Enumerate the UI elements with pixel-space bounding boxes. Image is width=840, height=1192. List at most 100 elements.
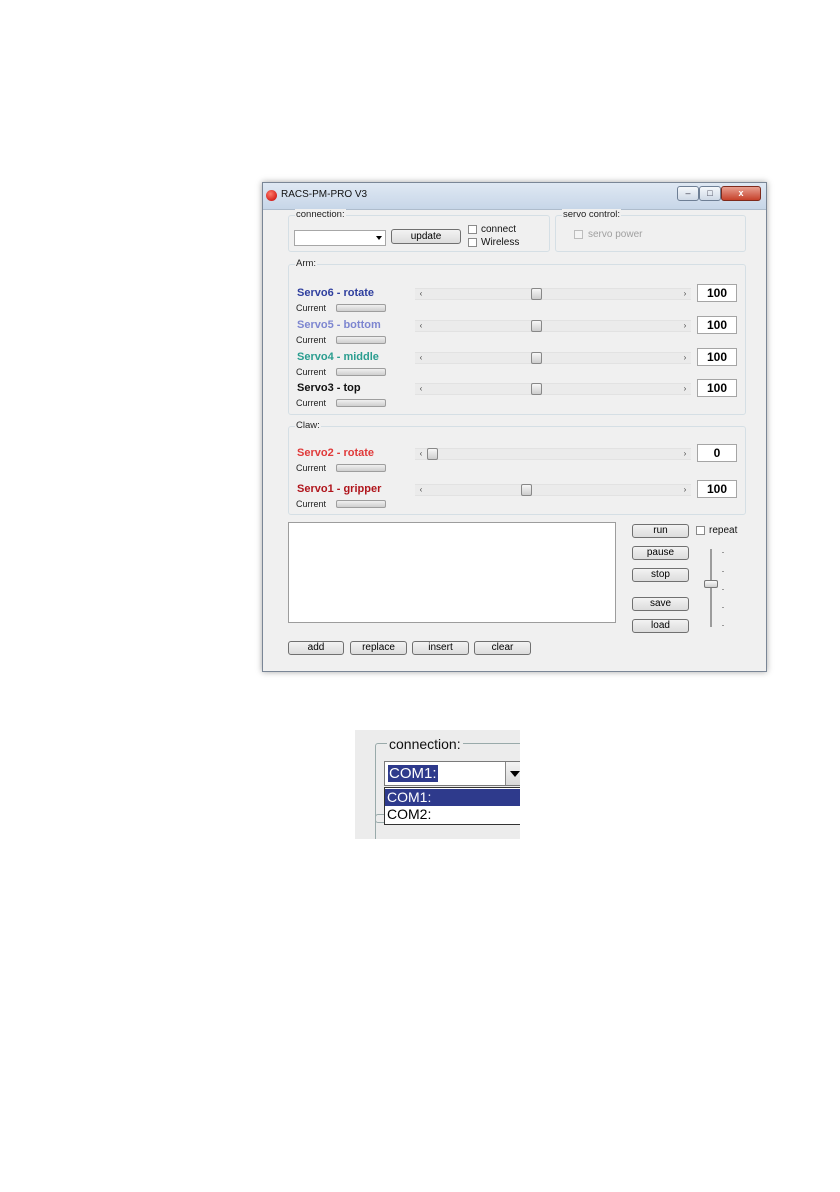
servo-slider[interactable]: ‹ › <box>415 484 691 496</box>
title-bar[interactable]: RACS-PM-PRO V3 – □ x <box>263 183 766 210</box>
clear-button[interactable]: clear <box>474 641 531 655</box>
current-label: Current <box>296 398 327 408</box>
chevron-left-icon[interactable]: ‹ <box>415 449 427 459</box>
connection-dropdown-zoom: connection: COM1: COM1: COM2: <box>355 730 520 839</box>
connection-legend: connection: <box>295 209 346 221</box>
speed-tick <box>722 589 724 590</box>
chevron-left-icon[interactable]: ‹ <box>415 485 427 495</box>
servo-name: Servo5 - bottom <box>297 319 381 331</box>
servo-name: Servo2 - rotate <box>297 447 375 459</box>
servo-value-field[interactable]: 0 <box>697 444 737 462</box>
current-label: Current <box>296 367 327 377</box>
servo-name: Servo1 - gripper <box>297 483 382 495</box>
repeat-label: repeat <box>709 525 738 536</box>
servo-value-field[interactable]: 100 <box>697 348 737 366</box>
current-label: Current <box>296 335 327 345</box>
current-meter <box>336 368 386 376</box>
servo-slider[interactable]: ‹ › <box>415 288 691 300</box>
chevron-down-icon <box>376 236 382 240</box>
arm-legend: Arm: <box>295 258 318 270</box>
servo-slider-thumb[interactable] <box>427 448 438 460</box>
zoom-connection-legend: connection: <box>387 736 463 752</box>
connect-label: connect <box>481 224 517 235</box>
speed-slider-thumb[interactable] <box>704 580 718 588</box>
speed-tick <box>722 625 724 626</box>
servo-value-field[interactable]: 100 <box>697 480 737 498</box>
chevron-right-icon[interactable]: › <box>679 485 691 495</box>
servo-slider[interactable]: ‹ › <box>415 320 691 332</box>
run-button[interactable]: run <box>632 524 689 538</box>
speed-tick <box>722 607 724 608</box>
chevron-left-icon[interactable]: ‹ <box>415 289 427 299</box>
chevron-right-icon[interactable]: › <box>679 353 691 363</box>
port-option[interactable]: COM2: <box>385 806 520 823</box>
current-label: Current <box>296 463 327 473</box>
zoom-port-select[interactable]: COM1: <box>384 761 520 786</box>
servo-slider-thumb[interactable] <box>531 352 542 364</box>
servo-power-checkbox[interactable] <box>574 230 583 239</box>
speed-tick <box>722 552 724 553</box>
chevron-left-icon[interactable]: ‹ <box>415 321 427 331</box>
connect-checkbox[interactable] <box>468 225 477 234</box>
app-icon <box>266 190 277 201</box>
speed-slider[interactable] <box>700 549 730 629</box>
maximize-button[interactable]: □ <box>699 186 721 201</box>
close-button[interactable]: x <box>721 186 761 201</box>
chevron-down-icon <box>510 771 520 777</box>
add-button[interactable]: add <box>288 641 344 655</box>
sequence-textarea[interactable] <box>288 522 616 623</box>
claw-group: Claw: Servo2 - rotate Current ‹ › 0 Servo1 - … <box>288 420 746 515</box>
chevron-right-icon[interactable]: › <box>679 289 691 299</box>
servo-power-label: servo power <box>588 229 643 240</box>
port-option[interactable]: COM1: <box>385 789 520 806</box>
servo-name: Servo6 - rotate <box>297 287 375 299</box>
minimize-button[interactable]: – <box>677 186 699 201</box>
servo-value-field[interactable]: 100 <box>697 379 737 397</box>
current-meter <box>336 336 386 344</box>
arm-group: Arm: Servo6 - rotate Current ‹ › 100 Servo5 -… <box>288 258 746 415</box>
chevron-left-icon[interactable]: ‹ <box>415 353 427 363</box>
servo-control-legend: servo control: <box>562 209 622 221</box>
servo-slider[interactable]: ‹ › <box>415 383 691 395</box>
window-title: RACS-PM-PRO V3 <box>281 189 368 200</box>
load-button[interactable]: load <box>632 619 689 633</box>
servo-slider-thumb[interactable] <box>531 288 542 300</box>
speed-tick <box>722 571 724 572</box>
servo-slider[interactable]: ‹ › <box>415 448 691 460</box>
wireless-checkbox[interactable] <box>468 238 477 247</box>
current-label: Current <box>296 499 327 509</box>
connection-group: connection: update connect Wireless <box>288 209 550 252</box>
chevron-right-icon[interactable]: › <box>679 321 691 331</box>
pause-button[interactable]: pause <box>632 546 689 560</box>
chevron-right-icon[interactable]: › <box>679 449 691 459</box>
save-button[interactable]: save <box>632 597 689 611</box>
current-meter <box>336 399 386 407</box>
servo-slider-thumb[interactable] <box>531 320 542 332</box>
servo-name: Servo3 - top <box>297 382 361 394</box>
servo-slider[interactable]: ‹ › <box>415 352 691 364</box>
servo-slider-thumb[interactable] <box>521 484 532 496</box>
servo-slider-thumb[interactable] <box>531 383 542 395</box>
app-window: RACS-PM-PRO V3 – □ x connection: update … <box>262 182 767 672</box>
chevron-right-icon[interactable]: › <box>679 384 691 394</box>
servo-value-field[interactable]: 100 <box>697 316 737 334</box>
servo-name: Servo4 - middle <box>297 351 379 363</box>
current-label: Current <box>296 303 327 313</box>
replace-button[interactable]: replace <box>350 641 407 655</box>
insert-button[interactable]: insert <box>412 641 469 655</box>
speed-slider-track <box>710 549 712 627</box>
wireless-label: Wireless <box>481 237 520 248</box>
servo-value-field[interactable]: 100 <box>697 284 737 302</box>
zoom-port-list: COM1: COM2: <box>384 787 520 825</box>
repeat-checkbox[interactable] <box>696 526 705 535</box>
port-select[interactable] <box>294 230 386 246</box>
claw-legend: Claw: <box>295 420 321 432</box>
zoom-port-select-value: COM1: <box>388 765 438 782</box>
current-meter <box>336 464 386 472</box>
stop-button[interactable]: stop <box>632 568 689 582</box>
chevron-left-icon[interactable]: ‹ <box>415 384 427 394</box>
current-meter <box>336 304 386 312</box>
current-meter <box>336 500 386 508</box>
zoom-dropdown-button[interactable] <box>505 762 520 785</box>
update-button[interactable]: update <box>391 229 461 244</box>
